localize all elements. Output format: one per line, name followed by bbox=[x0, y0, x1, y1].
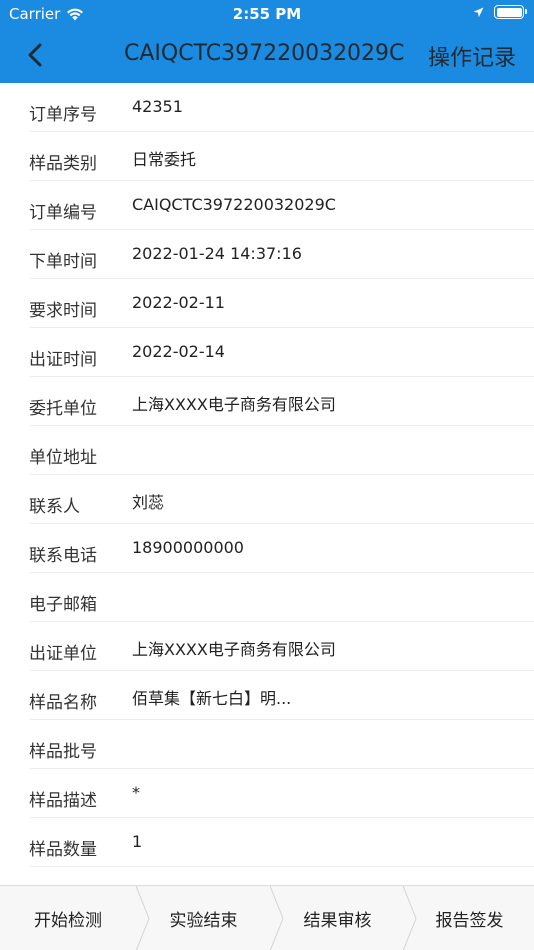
workflow-tab-bar: 开始检测 实验结束 结果审核 报告签发 bbox=[0, 885, 534, 950]
detail-row-certificate-time: 出证时间 2022-02-14 bbox=[0, 328, 534, 377]
detail-row-company-address: 单位地址 bbox=[0, 426, 534, 475]
chevron-left-icon bbox=[28, 43, 42, 67]
field-label: 样品数量 bbox=[29, 840, 97, 860]
field-label: 出证单位 bbox=[29, 644, 97, 664]
field-label: 出证时间 bbox=[29, 350, 97, 370]
field-value: 佰草集【新七白】明... bbox=[132, 689, 292, 708]
detail-row-client-company: 委托单位 上海XXXX电子商务有限公司 bbox=[0, 377, 534, 426]
field-value: 刘蕊 bbox=[132, 493, 165, 512]
field-label: 订单编号 bbox=[29, 203, 97, 223]
field-value: 上海XXXX电子商务有限公司 bbox=[132, 395, 336, 414]
field-label: 样品批号 bbox=[29, 742, 97, 762]
field-label: 样品类别 bbox=[29, 154, 97, 174]
detail-row-order-number: 订单编号 CAIQCTC397220032029C bbox=[0, 181, 534, 230]
field-label: 电子邮箱 bbox=[29, 595, 97, 615]
field-value: 18900000000 bbox=[132, 538, 244, 557]
status-time: 2:55 PM bbox=[232, 5, 302, 23]
report-issue-button[interactable]: 报告签发 bbox=[405, 886, 534, 950]
detail-row-sample-quantity: 样品数量 1 bbox=[0, 818, 534, 867]
experiment-finish-button[interactable]: 实验结束 bbox=[137, 886, 270, 950]
detail-row-order-time: 下单时间 2022-01-24 14:37:16 bbox=[0, 230, 534, 279]
operation-log-button[interactable]: 操作记录 bbox=[428, 40, 516, 72]
field-label: 单位地址 bbox=[29, 448, 97, 468]
battery-icon bbox=[494, 5, 527, 19]
detail-row-sample-batch: 样品批号 bbox=[0, 720, 534, 769]
status-right-icons bbox=[473, 5, 527, 19]
field-value: 2022-01-24 14:37:16 bbox=[132, 244, 302, 263]
location-arrow-icon bbox=[473, 7, 484, 17]
field-value: 日常委托 bbox=[132, 150, 197, 169]
back-button[interactable] bbox=[18, 38, 52, 72]
detail-row-contact-phone: 联系电话 18900000000 bbox=[0, 524, 534, 573]
start-testing-button[interactable]: 开始检测 bbox=[0, 886, 136, 950]
field-value: 1 bbox=[132, 832, 143, 851]
page-title: CAIQCTC397220032029C bbox=[124, 41, 405, 66]
detail-row-contact-person: 联系人 刘蕊 bbox=[0, 475, 534, 524]
field-value: * bbox=[132, 783, 140, 802]
detail-row-sample-description: 样品描述 * bbox=[0, 769, 534, 818]
order-detail-list[interactable]: 订单序号 42351 样品类别 日常委托 订单编号 CAIQCTC3972200… bbox=[0, 83, 534, 885]
field-label: 订单序号 bbox=[29, 105, 97, 125]
field-label: 下单时间 bbox=[29, 252, 97, 272]
detail-row-sample-name: 样品名称 佰草集【新七白】明... bbox=[0, 671, 534, 720]
field-label: 样品名称 bbox=[29, 693, 97, 713]
field-value: CAIQCTC397220032029C bbox=[132, 195, 336, 214]
field-label: 要求时间 bbox=[29, 301, 97, 321]
field-value: 2022-02-11 bbox=[132, 293, 225, 312]
field-value: 42351 bbox=[132, 97, 183, 116]
field-label: 联系人 bbox=[29, 497, 80, 517]
detail-row-order-seq: 订单序号 42351 bbox=[0, 83, 534, 132]
field-label: 联系电话 bbox=[29, 546, 97, 566]
field-value: 2022-02-14 bbox=[132, 342, 225, 361]
nav-bar: CAIQCTC397220032029C 操作记录 bbox=[0, 28, 534, 83]
detail-row-sample-category: 样品类别 日常委托 bbox=[0, 132, 534, 181]
detail-row-required-time: 要求时间 2022-02-11 bbox=[0, 279, 534, 328]
status-bar: Carrier 2:55 PM bbox=[0, 0, 534, 28]
result-review-button[interactable]: 结果审核 bbox=[271, 886, 404, 950]
detail-row-issuing-company: 出证单位 上海XXXX电子商务有限公司 bbox=[0, 622, 534, 671]
field-label: 委托单位 bbox=[29, 399, 97, 419]
field-value: 上海XXXX电子商务有限公司 bbox=[132, 640, 336, 659]
detail-row-email: 电子邮箱 bbox=[0, 573, 534, 622]
field-label: 样品描述 bbox=[29, 791, 97, 811]
